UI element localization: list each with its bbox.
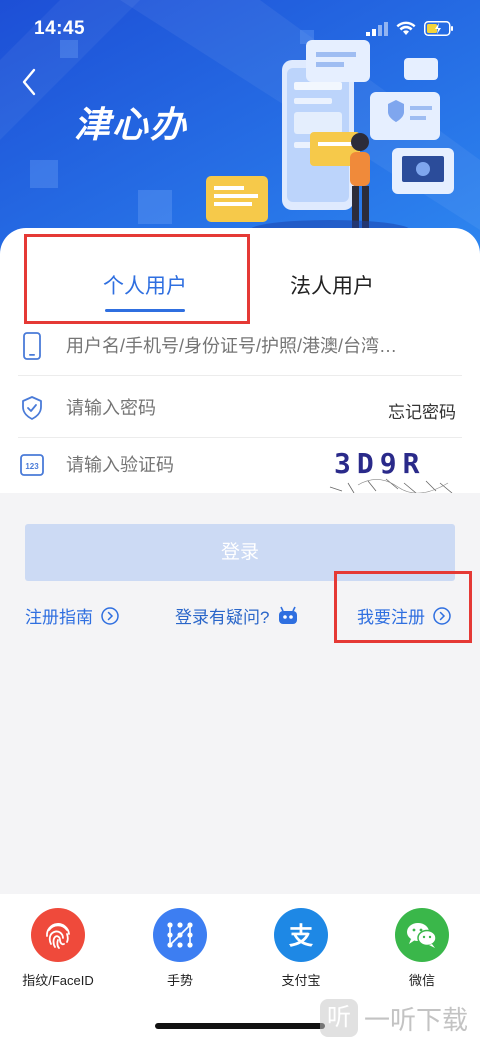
username-row [18,318,462,376]
forgot-password-link[interactable]: 忘记密码 [388,398,456,423]
register-guide-label: 注册指南 [25,608,93,627]
shield-icon [22,396,42,420]
gesture-icon [153,908,207,962]
status-bar: 14:45 [0,0,480,56]
fingerprint-label: 指纹/FaceID [22,973,94,988]
status-icons [366,21,454,36]
home-indicator[interactable] [155,1023,325,1029]
header-banner: 14:45 津心办 [0,0,480,258]
watermark-logo: 听 [320,999,358,1037]
wechat-icon [395,908,449,962]
gesture-label: 手势 [166,973,193,988]
watermark: 听 一听下载 [320,996,480,1040]
captcha-input[interactable] [66,455,306,476]
highlight-box-tab [24,234,250,324]
captcha-image[interactable]: 3D9R [328,443,458,493]
fingerprint-login-option[interactable]: 指纹/FaceID [8,908,108,989]
password-input[interactable] [66,398,356,419]
login-help-link[interactable]: 登录有疑问? [175,603,299,628]
svg-text:123: 123 [25,462,39,471]
wechat-login-option[interactable]: 微信 [372,908,472,989]
captcha-text: 3D9R [334,447,426,480]
alipay-icon: 支 [274,908,328,962]
register-guide-link[interactable]: 注册指南 [25,603,119,628]
alipay-label: 支付宝 [281,973,321,988]
tab-legal-user[interactable]: 法人用户 [290,270,374,300]
phone-icon [23,332,41,360]
login-help-label: 登录有疑问? [175,608,270,627]
app-logo: 津心办 [74,104,189,146]
captcha-row: 123 3D9R [18,437,462,495]
circle-arrow-icon [101,606,119,625]
password-row: 忘记密码 [18,380,462,438]
robot-icon [279,606,298,624]
highlight-box-register [334,571,472,643]
captcha-code-icon: 123 [20,454,44,476]
battery-icon [424,21,453,36]
status-time: 14:45 [34,18,86,39]
watermark-text: 一听下载 [364,1004,469,1035]
back-icon[interactable] [16,64,44,100]
gesture-login-option[interactable]: 手势 [130,908,230,989]
signal-icon [366,21,388,36]
fingerprint-icon [31,908,85,962]
wifi-icon [396,21,416,35]
alipay-login-option[interactable]: 支 支付宝 [251,908,351,989]
wechat-label: 微信 [408,973,435,988]
username-input[interactable] [66,336,456,357]
svg-text:支: 支 [289,922,314,950]
